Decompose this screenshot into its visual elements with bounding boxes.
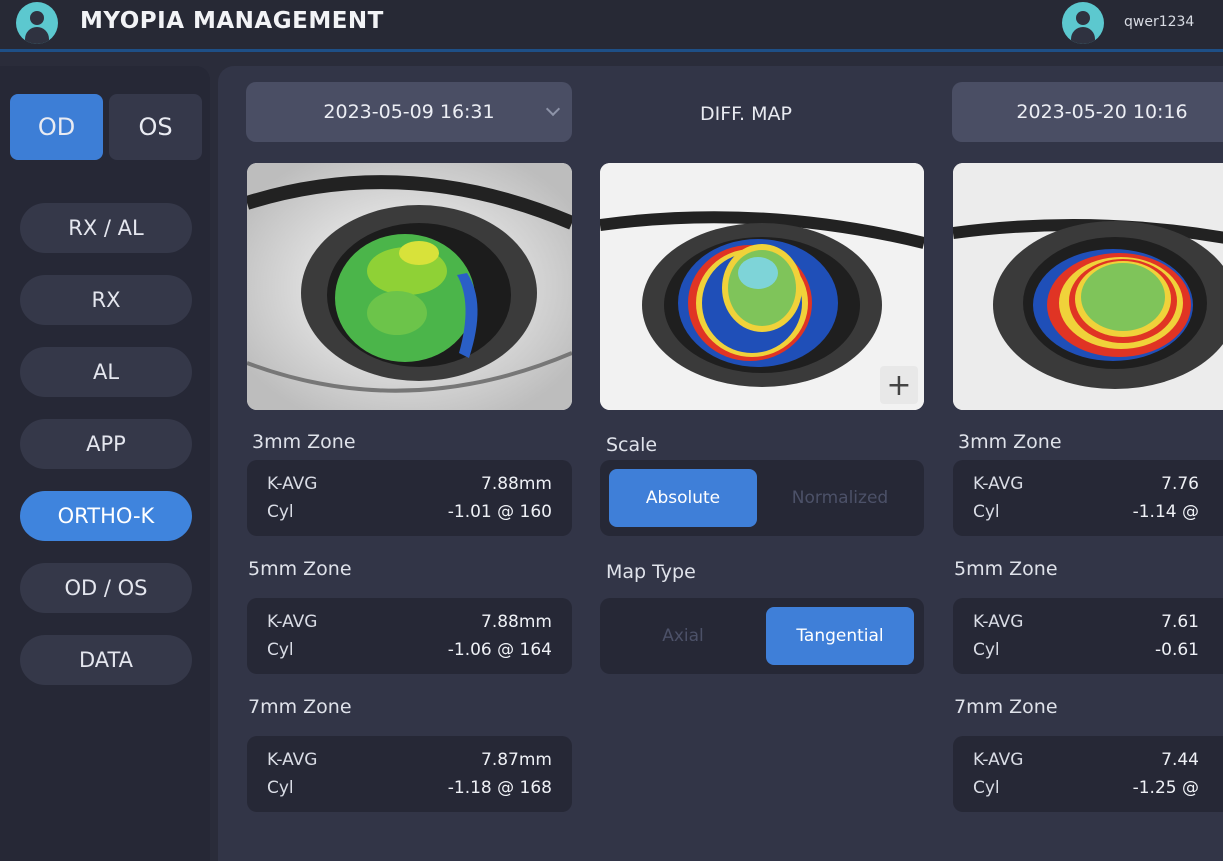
- right-zone-5mm-label: 5mm Zone: [954, 558, 1058, 580]
- map-type-axial-button[interactable]: Axial: [609, 607, 757, 665]
- kavg-label: K-AVG: [267, 750, 318, 770]
- diff-map-image: +: [600, 163, 924, 410]
- sidebar-item-ortho-k[interactable]: ORTHO-K: [20, 491, 192, 541]
- scale-segmented-control: Absolute Normalized: [600, 460, 924, 536]
- scale-absolute-button[interactable]: Absolute: [609, 469, 757, 527]
- cyl-label: Cyl: [973, 502, 1000, 522]
- left-date-select[interactable]: 2023-05-09 16:31: [246, 82, 572, 142]
- cyl-value: -1.25 @: [1132, 778, 1199, 798]
- sidebar-item-rx[interactable]: RX: [20, 275, 192, 325]
- right-date-select[interactable]: 2023-05-20 10:16: [952, 82, 1223, 142]
- map-type-tangential-button[interactable]: Tangential: [766, 607, 914, 665]
- kavg-label: K-AVG: [973, 612, 1024, 632]
- zoom-plus-icon[interactable]: +: [880, 366, 918, 404]
- od-toggle-button[interactable]: OD: [10, 94, 103, 160]
- kavg-value: 7.76: [1161, 474, 1199, 494]
- sidebar-item-al[interactable]: AL: [20, 347, 192, 397]
- kavg-label: K-AVG: [267, 612, 318, 632]
- cyl-label: Cyl: [267, 502, 294, 522]
- right-zone-3mm-label: 3mm Zone: [958, 431, 1062, 453]
- left-zone-7mm-card: K-AVG 7.87mm Cyl -1.18 @ 168: [247, 736, 572, 812]
- right-zone-7mm-card: K-AVG 7.44 Cyl -1.25 @: [953, 736, 1223, 812]
- cyl-value: -1.06 @ 164: [447, 640, 552, 660]
- right-date-value: 2023-05-20 10:16: [1016, 101, 1188, 123]
- profile-avatar-icon[interactable]: [1062, 2, 1104, 44]
- kavg-value: 7.88mm: [481, 474, 552, 494]
- scale-normalized-button[interactable]: Normalized: [766, 469, 914, 527]
- right-zone-3mm-card: K-AVG 7.76 Cyl -1.14 @: [953, 460, 1223, 536]
- sidebar-item-rx-al[interactable]: RX / AL: [20, 203, 192, 253]
- cyl-value: -0.61: [1155, 640, 1199, 660]
- kavg-value: 7.61: [1161, 612, 1199, 632]
- os-toggle-button[interactable]: OS: [109, 94, 202, 160]
- scale-label: Scale: [606, 434, 658, 456]
- cyl-label: Cyl: [973, 778, 1000, 798]
- right-topography-image: [953, 163, 1223, 410]
- left-zone-5mm-card: K-AVG 7.88mm Cyl -1.06 @ 164: [247, 598, 572, 674]
- app-title: MYOPIA MANAGEMENT: [80, 8, 384, 34]
- left-date-value: 2023-05-09 16:31: [323, 101, 495, 123]
- kavg-value: 7.87mm: [481, 750, 552, 770]
- map-type-label: Map Type: [606, 561, 696, 583]
- cyl-value: -1.14 @: [1132, 502, 1199, 522]
- cyl-value: -1.01 @ 160: [447, 502, 552, 522]
- kavg-value: 7.44: [1161, 750, 1199, 770]
- username[interactable]: qwer1234: [1124, 14, 1194, 30]
- sidebar-item-od-os[interactable]: OD / OS: [20, 563, 192, 613]
- right-zone-5mm-card: K-AVG 7.61 Cyl -0.61: [953, 598, 1223, 674]
- left-zone-5mm-label: 5mm Zone: [248, 558, 352, 580]
- chevron-down-icon: [545, 101, 561, 117]
- left-zone-3mm-label: 3mm Zone: [252, 431, 356, 453]
- kavg-label: K-AVG: [973, 750, 1024, 770]
- kavg-value: 7.88mm: [481, 612, 552, 632]
- sidebar-item-data[interactable]: DATA: [20, 635, 192, 685]
- sidebar-item-app[interactable]: APP: [20, 419, 192, 469]
- cyl-label: Cyl: [267, 778, 294, 798]
- right-zone-7mm-label: 7mm Zone: [954, 696, 1058, 718]
- cyl-value: -1.18 @ 168: [447, 778, 552, 798]
- cyl-label: Cyl: [267, 640, 294, 660]
- left-zone-7mm-label: 7mm Zone: [248, 696, 352, 718]
- left-topography-image: [247, 163, 572, 410]
- kavg-label: K-AVG: [267, 474, 318, 494]
- left-zone-3mm-card: K-AVG 7.88mm Cyl -1.01 @ 160: [247, 460, 572, 536]
- user-icon[interactable]: [16, 2, 58, 44]
- kavg-label: K-AVG: [973, 474, 1024, 494]
- map-type-segmented-control: Axial Tangential: [600, 598, 924, 674]
- app-header: MYOPIA MANAGEMENT qwer1234: [0, 0, 1223, 52]
- cyl-label: Cyl: [973, 640, 1000, 660]
- diff-map-title: DIFF. MAP: [700, 103, 792, 125]
